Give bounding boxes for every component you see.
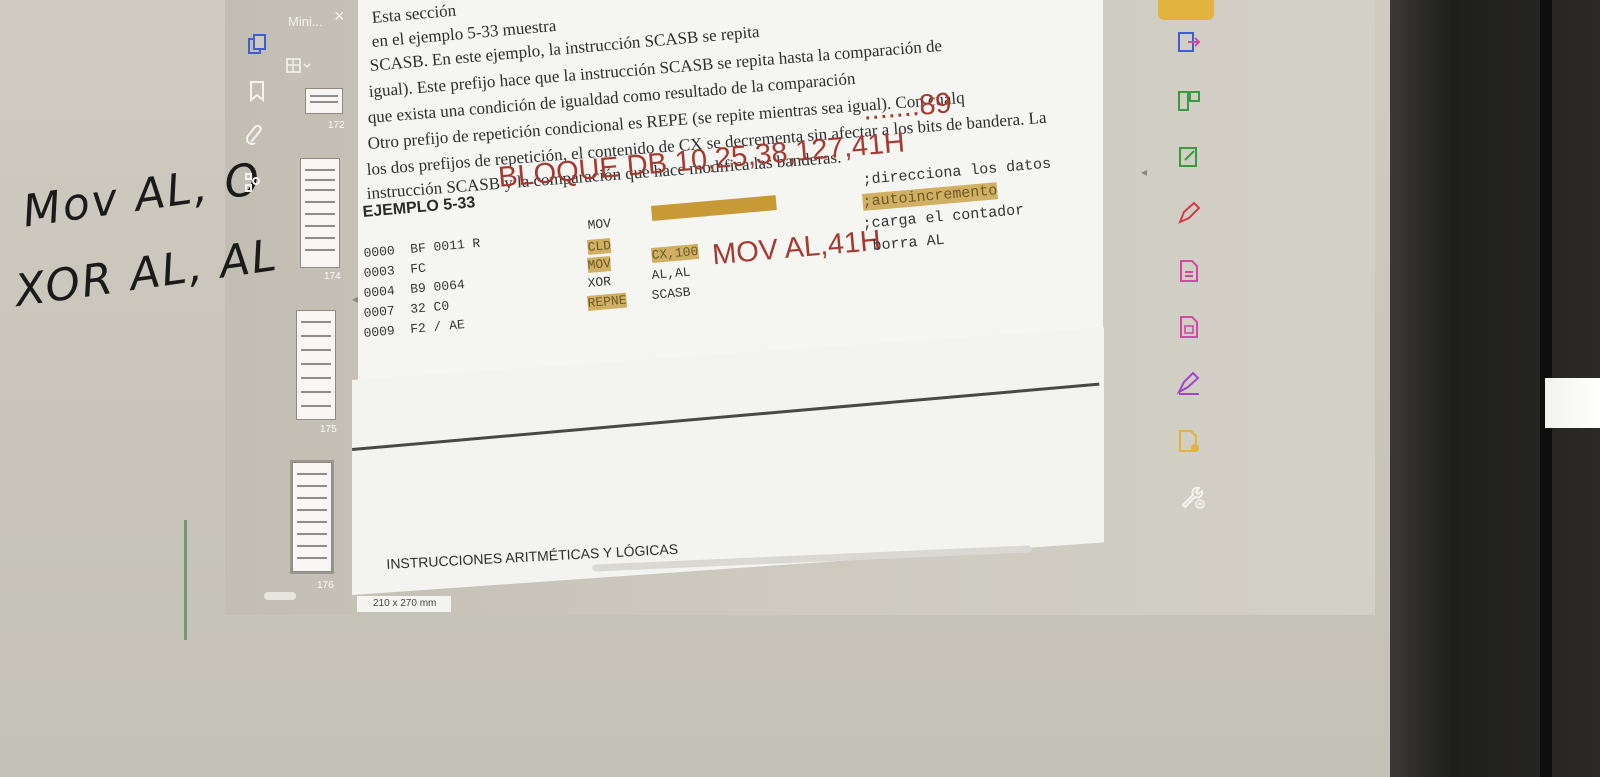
mnemonic-highlighted: CLD [587,237,612,255]
listing-address: 0009 [363,323,396,341]
create-pdf-icon[interactable] [1176,258,1202,284]
panel-title: Mini... [288,14,323,29]
page-size-indicator: 210 x 270 mm [357,596,451,612]
combine-files-icon[interactable] [1176,314,1202,340]
light-glare [1545,378,1600,428]
comment-icon[interactable] [1176,200,1202,226]
listing-address: 0003 [363,263,396,281]
page-thumbnail[interactable] [300,158,340,268]
bookmark-icon[interactable] [249,80,265,107]
highlight-tool-tab[interactable] [1158,0,1214,20]
mnemonic: XOR [587,273,612,291]
page-number: 176 [317,580,334,591]
page-thumbnails-icon[interactable] [247,34,267,61]
more-tools-icon[interactable] [1180,484,1206,510]
attachment-icon[interactable] [245,124,265,151]
page-thumbnail[interactable] [296,310,336,420]
page-number: 172 [328,120,345,131]
organize-pages-icon[interactable] [1176,88,1202,114]
thumbnail-size-slider[interactable] [264,592,296,600]
thumbnail-view-options-icon[interactable] [286,58,312,79]
layers-icon[interactable] [244,172,262,199]
page-thumbnail[interactable] [305,88,343,114]
mnemonic: MOV [587,255,612,273]
fill-sign-icon[interactable] [1176,370,1202,396]
edit-pdf-icon[interactable] [1176,144,1202,170]
board-marker-line [184,520,187,640]
page-number: 175 [320,424,337,435]
listing-code: FC [409,260,427,277]
page-thumbnail-selected[interactable] [290,460,334,574]
listing-address: 0000 [363,243,396,261]
page-number: 174 [324,271,341,282]
mnemonic: MOV [587,215,612,233]
export-pdf-icon[interactable] [1176,30,1202,56]
listing-address: 0004 [363,283,396,301]
listing-address: 0007 [363,303,396,321]
close-icon[interactable]: × [334,6,345,27]
mnemonic-highlighted: MOV [587,255,612,273]
expand-tools-icon[interactable]: ◂ [1141,165,1147,179]
scan-icon[interactable] [1176,428,1202,454]
mnemonic: CLD [587,237,612,255]
